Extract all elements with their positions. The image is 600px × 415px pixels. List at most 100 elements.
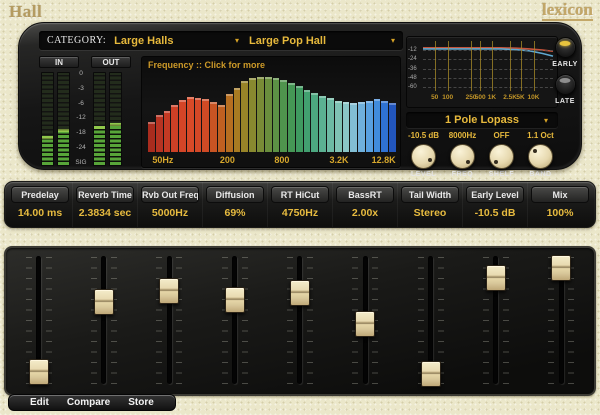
knob-level[interactable] [411,144,436,169]
compare-button[interactable]: Compare [58,397,119,408]
knob-group-band: 1.1 OctBAND [521,130,560,185]
param-header-predelay[interactable]: Predelay [11,186,69,203]
knob-shelf[interactable] [489,144,514,169]
category-select[interactable]: Large Halls ▾ [114,35,249,47]
knob-band[interactable] [528,144,553,169]
freq-bar [335,101,342,152]
meter-scale-label: SIG [71,160,91,167]
category-value: Large Halls [114,35,173,47]
early-button[interactable] [555,37,576,58]
eq-x-label: 500 [475,94,486,101]
freq-bar [156,115,163,152]
knob-label-band: BAND [529,171,551,178]
param-cell-rvb-out-freq: Rvb Out Freq 5000Hz [137,182,202,227]
param-header-diffusion[interactable]: Diffusion [206,186,264,203]
knob-freq[interactable] [450,144,475,169]
fader-mix [529,248,594,394]
param-value-diffusion: 69% [203,207,267,219]
frequency-title: Frequency :: Click for more [148,60,265,70]
fader-ticks [242,257,248,384]
freq-bar [358,102,365,152]
knob-group-level: -10.5 dBLEVEL [404,130,443,185]
edit-button[interactable]: Edit [21,397,58,408]
frequency-bars [148,74,396,152]
chevron-down-icon[interactable]: ▾ [391,36,395,45]
fader-track-rt-hicut[interactable] [297,256,302,384]
preset-select[interactable]: Large Pop Hall ▾ [249,35,395,47]
freq-bar [288,83,295,152]
freq-bar [171,105,178,152]
freq-bar [343,102,350,152]
fader-cap-tail-width[interactable] [421,361,441,387]
plugin-window: Hall lexicon CATEGORY: Large Halls ▾ Lar… [0,0,600,415]
param-value-predelay: 14.00 ms [8,207,72,219]
param-header-bassrt[interactable]: BassRT [336,186,394,203]
parameter-strip: Predelay14.00 msReverb Time2.3834 secRvb… [4,181,596,228]
eq-plot-area: -12-24-36-48-60501002505001K2.5K5K10K [423,41,553,91]
eq-graph: -12-24-36-48-60501002505001K2.5K5K10K [406,36,558,108]
fader-cap-mix[interactable] [551,255,571,281]
chevron-down-icon[interactable]: ▾ [544,116,548,125]
fader-cap-reverb-time[interactable] [94,289,114,315]
knob-indicator-dot [466,160,470,164]
meter-scale-label: -6 [71,101,91,108]
meter-out-left [93,72,106,166]
param-header-rvb-out-freq[interactable]: Rvb Out Freq [141,186,199,203]
freq-bar [148,122,155,152]
freq-bar [304,90,311,152]
knob-label-shelf: SHELF [489,171,514,178]
param-header-mix[interactable]: Mix [531,186,589,203]
fader-cap-rt-hicut[interactable] [290,280,310,306]
freq-bar [241,81,248,152]
eq-gridline-v [471,41,472,91]
freq-axis-label: 200 [220,155,235,165]
freq-bar [218,105,225,152]
freq-axis-label: 50Hz [152,155,173,165]
store-button[interactable]: Store [119,397,163,408]
freq-bar [280,80,287,152]
meter-in-label: IN [39,56,79,68]
chevron-down-icon[interactable]: ▾ [235,36,239,45]
fader-predelay [6,248,71,394]
frequency-display[interactable]: Frequency :: Click for more 50Hz 200 800 3.… [141,56,401,168]
fader-cap-rvb-out-freq[interactable] [159,278,179,304]
category-bar: CATEGORY: Large Halls ▾ Large Pop Hall ▾ [39,31,403,50]
freq-bar [195,98,202,152]
freq-bar [381,101,388,152]
eq-gridline-v [448,41,449,91]
meter-in-left [41,72,54,166]
knob-value-shelf: OFF [482,130,521,141]
fader-track-reverb-time[interactable] [101,256,106,384]
fader-rt-hicut [267,248,332,394]
fader-cap-predelay[interactable] [29,359,49,385]
param-value-rvb-out-freq: 5000Hz [138,207,202,219]
meter-scale-label: -24 [71,145,91,152]
freq-axis-label: 3.2K [329,155,348,165]
freq-axis-label: 800 [274,155,289,165]
freq-bar [249,78,256,152]
main-display-panel: CATEGORY: Large Halls ▾ Large Pop Hall ▾… [18,22,582,170]
fader-cap-diffusion[interactable] [225,287,245,313]
late-label: LATE [555,98,575,105]
param-header-early-level[interactable]: Early Level [466,186,524,203]
freq-bar [311,93,318,152]
filter-type-select[interactable]: 1 Pole Lopass ▾ [406,112,558,128]
late-button[interactable] [555,74,576,95]
meter-scale-label: -3 [71,86,91,93]
fader-cap-early-level[interactable] [486,265,506,291]
param-header-rt-hicut[interactable]: RT HiCut [271,186,329,203]
meter-out-right [109,72,122,166]
category-label: CATEGORY: [47,35,106,46]
fader-cap-bassrt[interactable] [355,311,375,337]
param-header-reverb-time[interactable]: Reverb Time [76,186,134,203]
knob-indicator-dot [428,158,432,162]
fader-early-level [463,248,528,394]
param-value-early-level: -10.5 dB [463,207,527,219]
eq-gridline-v [510,41,511,91]
fader-track-diffusion[interactable] [232,256,237,384]
eq-y-label: -12 [408,47,422,53]
fader-track-rvb-out-freq[interactable] [167,256,172,384]
eq-gridline-v [480,41,481,91]
param-header-tail-width[interactable]: Tail Width [401,186,459,203]
freq-bar [187,97,194,152]
